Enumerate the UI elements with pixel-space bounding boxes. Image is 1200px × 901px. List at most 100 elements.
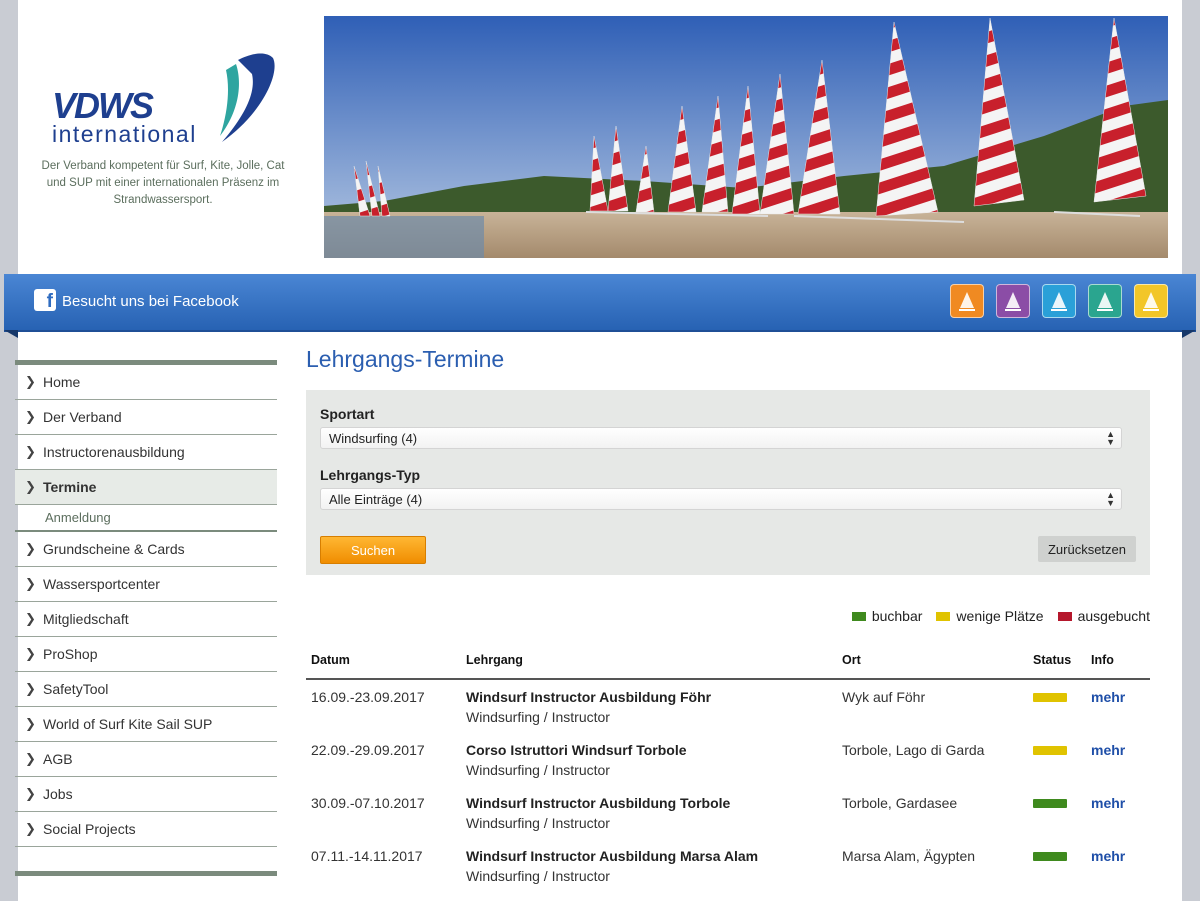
course-info: mehr [1086,839,1150,892]
course-date: 30.09.-07.10.2017 [311,795,425,811]
sport-select-value: Windsurfing (4) [329,430,418,446]
sidebar-item[interactable]: ❯ Instructorenausbildung [15,435,277,470]
sidebar-item-label: Home [43,374,81,390]
course-title: Windsurf Instructor Ausbildung Marsa Ala… [466,848,759,864]
sidebar-subitem[interactable]: Anmeldung [15,505,277,532]
logo-area: VDWS international Der Verband kompetent… [18,0,318,270]
sidebar-item[interactable]: ❯ Grundscheine & Cards [15,532,277,567]
legend-swatch [851,611,866,621]
course-date: 07.11.-14.11.2017 [311,848,423,864]
sidebar-item-label: World of Surf Kite Sail SUP [43,716,213,732]
table-row: 30.09.-07.10.2017 Windsurf Instructor Aus… [306,786,1150,839]
sidebar-item[interactable]: ❯ Der Verband [15,400,277,435]
course-type-label: Lehrgangs-Typ [320,467,421,483]
course-place: Torbole, Gardasee [842,795,958,811]
more-link[interactable]: mehr [1091,795,1125,811]
sidebar-item[interactable]: ❯ Home [15,365,277,400]
col-course: Lehrgang [461,648,837,680]
legend-item: buchbar [851,608,923,624]
table-row: 22.09.-29.09.2017 Corso Istruttori Windsu… [306,733,1150,786]
chevron-right-icon: ❯ [25,409,36,424]
sidebar-item[interactable]: ❯ ProShop [15,637,277,672]
more-link[interactable]: mehr [1091,848,1125,864]
sport-select[interactable]: Windsurfing (4) ▲ ▼ [320,427,1122,449]
sidebar: ❯ Home ❯ Der Verband ❯ Instructorenausbildung… [15,360,277,876]
course-status [1028,839,1086,892]
course-cell: Windsurf Instructor Ausbildung Marsa Ala… [461,839,837,892]
sidebar-item-label: Instructorenausbildung [43,444,185,460]
logo-graphic: VDWS international [52,53,275,147]
filter-panel: Sportart Windsurfing (4) ▲ ▼ Lehrgangs-Ty… [306,390,1150,575]
page-title: Lehrgangs-Termine [306,346,505,372]
chevron-right-icon: ❯ [25,646,36,661]
vdws-logo[interactable]: VDWS international [50,52,280,152]
sidebar-item-label: Jobs [43,786,73,802]
status-indicator [1033,746,1067,755]
sidebar-item-label: Grundscheine & Cards [43,541,185,557]
sidebar-item-label: Der Verband [43,409,122,425]
sidebar-item-label: ProShop [43,646,98,662]
sport-label: Sportart [320,406,375,422]
legend-label: ausgebucht [1077,608,1150,624]
course-date: 22.09.-29.09.2017 [311,742,425,758]
sup-icon[interactable] [1134,284,1168,318]
course-info: mehr [1086,786,1150,839]
course-cell: Windsurf Instructor Ausbildung Föhr Winds… [461,679,837,733]
sidebar-item[interactable]: ❯ Wassersportcenter [15,567,277,602]
kitesurf-icon[interactable] [996,284,1030,318]
chevron-right-icon: ❯ [25,611,36,626]
facebook-bar: f Besucht uns bei Facebook [4,274,1196,338]
legend-label: buchbar [871,608,923,624]
sidebar-item-label: Mitgliedschaft [43,611,129,627]
sidebar-item[interactable]: ❯ SafetyTool [15,672,277,707]
reset-button[interactable]: Zurücksetzen [1038,536,1136,562]
col-date: Datum [306,648,461,680]
sidebar-item[interactable]: ❯ AGB [15,742,277,777]
course-status [1028,733,1086,786]
catamaran-icon[interactable] [1088,284,1122,318]
table-header-row: Datum Lehrgang Ort Status Info [306,648,1150,680]
windsurf-icon[interactable] [950,284,984,318]
sidebar-item[interactable]: ❯ World of Surf Kite Sail SUP [15,707,277,742]
select-arrows-icon: ▲ ▼ [1106,429,1115,447]
course-subtitle: Windsurfing / Instructor [466,709,610,725]
sidebar-item[interactable]: ❯ Termine [15,470,277,505]
sport-icons [950,284,1168,318]
legend-swatch [1057,611,1072,621]
sidebar-item[interactable]: ❯ Social Projects [15,812,277,847]
courses-table: Datum Lehrgang Ort Status Info 16.09.-23… [306,648,1150,892]
course-cell: Windsurf Instructor Ausbildung Torbole Wi… [461,786,837,839]
course-place: Marsa Alam, Ägypten [842,848,976,864]
course-title: Windsurf Instructor Ausbildung Torbole [466,795,731,811]
chevron-right-icon: ❯ [25,444,36,459]
chevron-right-icon: ❯ [25,786,36,801]
logo-word: VDWS [52,85,154,126]
more-link[interactable]: mehr [1091,742,1125,758]
course-place: Wyk auf Föhr [842,689,926,705]
sidebar-item-label: AGB [43,751,73,767]
table-row: 16.09.-23.09.2017 Windsurf Instructor Aus… [306,679,1150,733]
facebook-link[interactable]: Besucht uns bei Facebook [62,293,239,310]
hero-image [324,16,1168,258]
course-type-select[interactable]: Alle Einträge (4) ▲ ▼ [320,488,1122,510]
legend-swatch [936,611,951,621]
col-place: Ort [837,648,1028,680]
col-status: Status [1028,648,1086,680]
table-body: 16.09.-23.09.2017 Windsurf Instructor Aus… [306,679,1150,892]
chevron-right-icon: ❯ [25,821,36,836]
chevron-right-icon: ❯ [25,479,36,494]
status-indicator [1033,693,1067,702]
sidebar-item[interactable]: ❯ Mitgliedschaft [15,602,277,637]
sailing-dinghy-icon[interactable] [1042,284,1076,318]
course-date: 16.09.-23.09.2017 [311,689,425,705]
legend-label: wenige Plätze [956,608,1044,624]
facebook-icon[interactable]: f [34,289,56,312]
legend-item: ausgebucht [1057,608,1150,624]
search-button[interactable]: Suchen [320,536,426,564]
course-subtitle: Windsurfing / Instructor [466,762,610,778]
more-link[interactable]: mehr [1091,689,1125,705]
tagline: Der Verband kompetent für Surf, Kite, Jo… [41,160,285,206]
sidebar-item[interactable]: ❯ Jobs [15,777,277,812]
sidebar-item-label: Termine [43,479,97,495]
chevron-right-icon: ❯ [25,541,36,556]
